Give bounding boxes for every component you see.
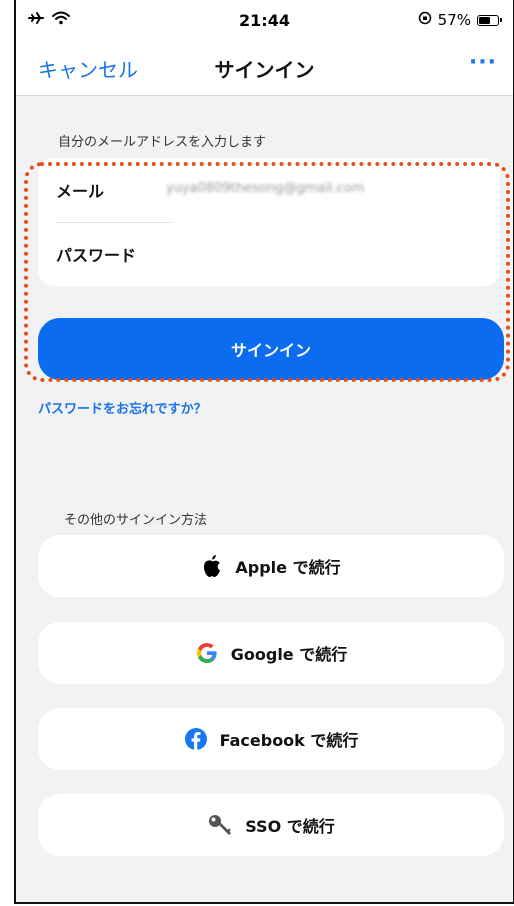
signin-button[interactable]: サインイン [38,318,504,380]
phone-screen: 21:44 57% キャンセル サインイン ··· 自分のメールアドレスを入力し… [14,0,514,904]
forgot-password-link[interactable]: パスワードをお忘れですか？ [38,398,207,417]
battery-icon [477,14,502,26]
email-section-label: 自分のメールアドレスを入力します [58,135,267,150]
nav-bar: キャンセル サインイン ··· [16,40,513,96]
google-icon [195,641,219,665]
google-signin-button[interactable]: Google で続行 [38,622,504,684]
page-title: サインイン [214,58,315,82]
apple-signin-button[interactable]: Apple で続行 [38,535,504,597]
sso-signin-button[interactable]: SSO で続行 [38,794,504,856]
other-methods-label: その他のサインイン方法 [64,513,208,528]
status-right: 57% [418,11,502,29]
password-field[interactable] [166,232,486,272]
orientation-lock-icon [418,11,432,29]
more-options-button[interactable]: ··· [469,50,497,75]
credentials-form: メール yuya0809thesong@gmail.com パスワード [38,158,500,286]
battery-percent: 57% [437,11,471,29]
status-bar: 21:44 57% [16,0,513,40]
facebook-signin-button[interactable]: Facebook で続行 [38,708,504,770]
apple-signin-label: Apple で続行 [235,558,341,577]
key-icon [207,813,233,837]
google-signin-label: Google で続行 [230,645,348,664]
facebook-signin-label: Facebook で続行 [219,731,359,750]
email-field-label: メール [56,182,105,201]
form-divider [56,222,172,223]
password-field-label: パスワード [56,246,137,265]
signin-button-label: サインイン [230,341,311,360]
apple-icon [201,554,223,578]
email-field[interactable]: yuya0809thesong@gmail.com [166,181,364,196]
facebook-icon [184,727,208,751]
sso-signin-label: SSO で続行 [245,817,335,836]
